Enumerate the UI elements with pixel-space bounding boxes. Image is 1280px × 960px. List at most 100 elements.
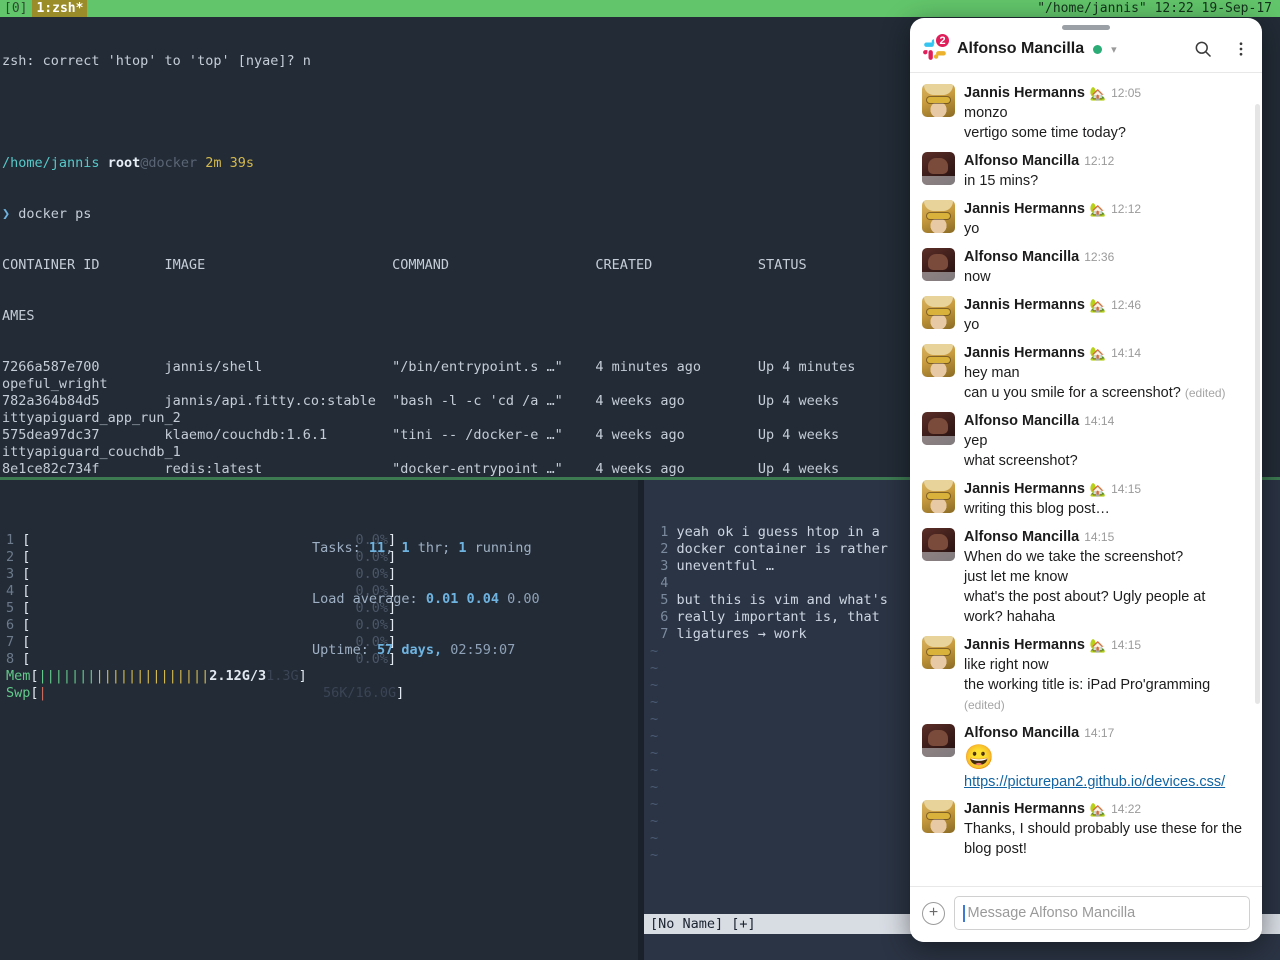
message-timestamp: 12:46 — [1111, 298, 1142, 312]
message-timestamp: 14:14 — [1084, 414, 1115, 428]
status-emoji-icon: 🏡 — [1089, 346, 1107, 361]
chat-message[interactable]: Jannis Hermanns 🏡 14:22 Thanks, I should pr… — [910, 795, 1262, 863]
message-author[interactable]: Alfonso Mancilla — [964, 724, 1079, 743]
message-author[interactable]: Jannis Hermanns — [964, 480, 1085, 499]
chat-message[interactable]: Alfonso Mancilla 14:17 😀 https://picturepan… — [910, 719, 1262, 795]
load-label: Load average: — [312, 591, 418, 607]
uptime-clock: 02:59:07 — [450, 642, 516, 658]
message-author[interactable]: Alfonso Mancilla — [964, 248, 1079, 267]
chat-message[interactable]: Alfonso Mancilla 12:12 in 15 mins? — [910, 147, 1262, 195]
message-link[interactable]: https://picturepan2.github.io/devices.cs… — [964, 774, 1225, 790]
tmux-status-right: "/home/jannis" 12:22 19-Sep-17 — [1037, 1, 1272, 16]
message-body: Jannis Hermanns 🏡 14:15 writing this blog p… — [964, 480, 1248, 519]
message-text: like right now — [964, 657, 1049, 673]
message-timestamp: 14:15 — [1084, 530, 1115, 544]
tasks-total: 11 — [368, 540, 386, 556]
tasks-running: 1 — [458, 540, 467, 556]
message-author[interactable]: Jannis Hermanns — [964, 800, 1085, 819]
message-timestamp: 12:36 — [1084, 250, 1115, 264]
message-author[interactable]: Jannis Hermanns — [964, 636, 1085, 655]
chat-message[interactable]: Alfonso Mancilla 14:14 yep what screenshot? — [910, 407, 1262, 475]
chat-message[interactable]: Jannis Hermanns 🏡 14:15 like right now the w… — [910, 631, 1262, 719]
message-text: hey man — [964, 365, 1020, 381]
avatar[interactable] — [922, 248, 955, 281]
message-timestamp: 14:15 — [1111, 482, 1142, 496]
chat-header: 2 Alfonso Mancilla ▾ — [910, 30, 1262, 73]
chat-message[interactable]: Jannis Hermanns 🏡 14:15 writing this blog p… — [910, 475, 1262, 523]
htop-summary-meters: Tasks: 11, 1 thr; 1 running Load average… — [312, 540, 540, 658]
uptime-days: 57 days, — [377, 642, 443, 658]
avatar[interactable] — [922, 480, 955, 513]
message-body: Alfonso Mancilla 14:15 When do we take the… — [964, 528, 1248, 627]
chat-window[interactable]: 2 Alfonso Mancilla ▾ Jannis Hermanns 🏡 12:… — [910, 18, 1262, 942]
message-meta: Alfonso Mancilla 12:36 — [964, 248, 1248, 267]
avatar[interactable] — [922, 724, 955, 757]
chat-message[interactable]: Alfonso Mancilla 14:15 When do we take the… — [910, 523, 1262, 631]
edited-label: (edited) — [964, 698, 1005, 712]
avatar[interactable] — [922, 800, 955, 833]
message-text: yo — [964, 221, 980, 237]
status-emoji-icon: 🏡 — [1089, 202, 1107, 217]
avatar[interactable] — [922, 152, 955, 185]
chevron-down-icon[interactable]: ▾ — [1111, 43, 1117, 56]
search-icon[interactable] — [1193, 39, 1213, 59]
chat-message[interactable]: Alfonso Mancilla 12:36 now — [910, 243, 1262, 291]
message-author[interactable]: Alfonso Mancilla — [964, 412, 1079, 431]
message-body: Alfonso Mancilla 14:14 yep what screenshot? — [964, 412, 1248, 471]
status-emoji-icon: 🏡 — [1089, 482, 1107, 497]
add-attachment-button[interactable]: + — [922, 901, 945, 925]
message-timestamp: 14:17 — [1084, 726, 1115, 740]
htop-pane[interactable]: 1 [ 0.0%] 2 [ 0.0%] 3 [ 0.0%] 4 [ 0.0%] 5 [ — [0, 480, 638, 960]
chat-message[interactable]: Jannis Hermanns 🏡 14:14 hey man can u you sm… — [910, 339, 1262, 407]
message-body: Jannis Hermanns 🏡 14:14 hey man can u you sm… — [964, 344, 1248, 403]
message-composer[interactable]: + Message Alfonso Mancilla — [910, 886, 1262, 942]
message-meta: Jannis Hermanns 🏡 14:14 — [964, 344, 1248, 363]
message-text: When do we take the screenshot? — [964, 549, 1184, 565]
uptime-label: Uptime: — [312, 642, 369, 658]
message-body: Jannis Hermanns 🏡 12:05 monzo vertigo some t… — [964, 84, 1248, 143]
message-body: Jannis Hermanns 🏡 14:15 like right now the w… — [964, 636, 1248, 715]
prompt-user: root — [107, 155, 141, 171]
message-author[interactable]: Alfonso Mancilla — [964, 152, 1079, 171]
tmux-status-bar[interactable]: [0] 1:zsh* "/home/jannis" 12:22 19-Sep-1… — [0, 0, 1280, 17]
chat-title: Alfonso Mancilla — [957, 40, 1085, 57]
message-author[interactable]: Jannis Hermanns — [964, 344, 1085, 363]
message-text: monzo — [964, 105, 1008, 121]
message-author[interactable]: Jannis Hermanns — [964, 200, 1085, 219]
avatar[interactable] — [922, 636, 955, 669]
avatar[interactable] — [922, 200, 955, 233]
chat-message[interactable]: Jannis Hermanns 🏡 12:12 yo — [910, 195, 1262, 243]
message-meta: Alfonso Mancilla 14:17 — [964, 724, 1248, 743]
message-author[interactable]: Alfonso Mancilla — [964, 528, 1079, 547]
tmux-window-tab[interactable]: 1:zsh* — [32, 0, 88, 17]
message-list[interactable]: Jannis Hermanns 🏡 12:05 monzo vertigo some t… — [910, 73, 1262, 886]
chat-message[interactable]: Jannis Hermanns 🏡 12:46 yo — [910, 291, 1262, 339]
avatar[interactable] — [922, 344, 955, 377]
avatar[interactable] — [922, 84, 955, 117]
message-author[interactable]: Jannis Hermanns — [964, 296, 1085, 315]
status-emoji-icon: 🏡 — [1089, 802, 1107, 817]
message-link-wrap: https://picturepan2.github.io/devices.cs… — [964, 773, 1248, 791]
message-text: yep — [964, 433, 988, 449]
avatar[interactable] — [922, 412, 955, 445]
message-text: Thanks, I should probably use these for … — [964, 821, 1243, 857]
tmux-session-index: [0] — [4, 1, 28, 16]
message-text: can u you smile for a screenshot? (edite… — [964, 385, 1226, 401]
chat-message[interactable]: Jannis Hermanns 🏡 12:05 monzo vertigo some t… — [910, 79, 1262, 147]
message-text: vertigo some time today? — [964, 125, 1126, 141]
message-meta: Jannis Hermanns 🏡 14:15 — [964, 636, 1248, 655]
message-meta: Alfonso Mancilla 14:14 — [964, 412, 1248, 431]
avatar[interactable] — [922, 296, 955, 329]
prompt-host: @docker — [140, 155, 198, 171]
message-body: Jannis Hermanns 🏡 12:12 yo — [964, 200, 1248, 239]
tasks-running-label: running — [474, 540, 532, 556]
message-text: yo — [964, 317, 980, 333]
avatar[interactable] — [922, 528, 955, 561]
message-input[interactable]: Message Alfonso Mancilla — [954, 896, 1250, 930]
message-text: in 15 mins? — [964, 173, 1039, 189]
typed-command: docker ps — [18, 206, 92, 222]
message-author[interactable]: Jannis Hermanns — [964, 84, 1085, 103]
kebab-menu-icon[interactable] — [1232, 40, 1250, 58]
chat-scrollbar[interactable] — [1255, 104, 1260, 704]
message-meta: Alfonso Mancilla 14:15 — [964, 528, 1248, 547]
